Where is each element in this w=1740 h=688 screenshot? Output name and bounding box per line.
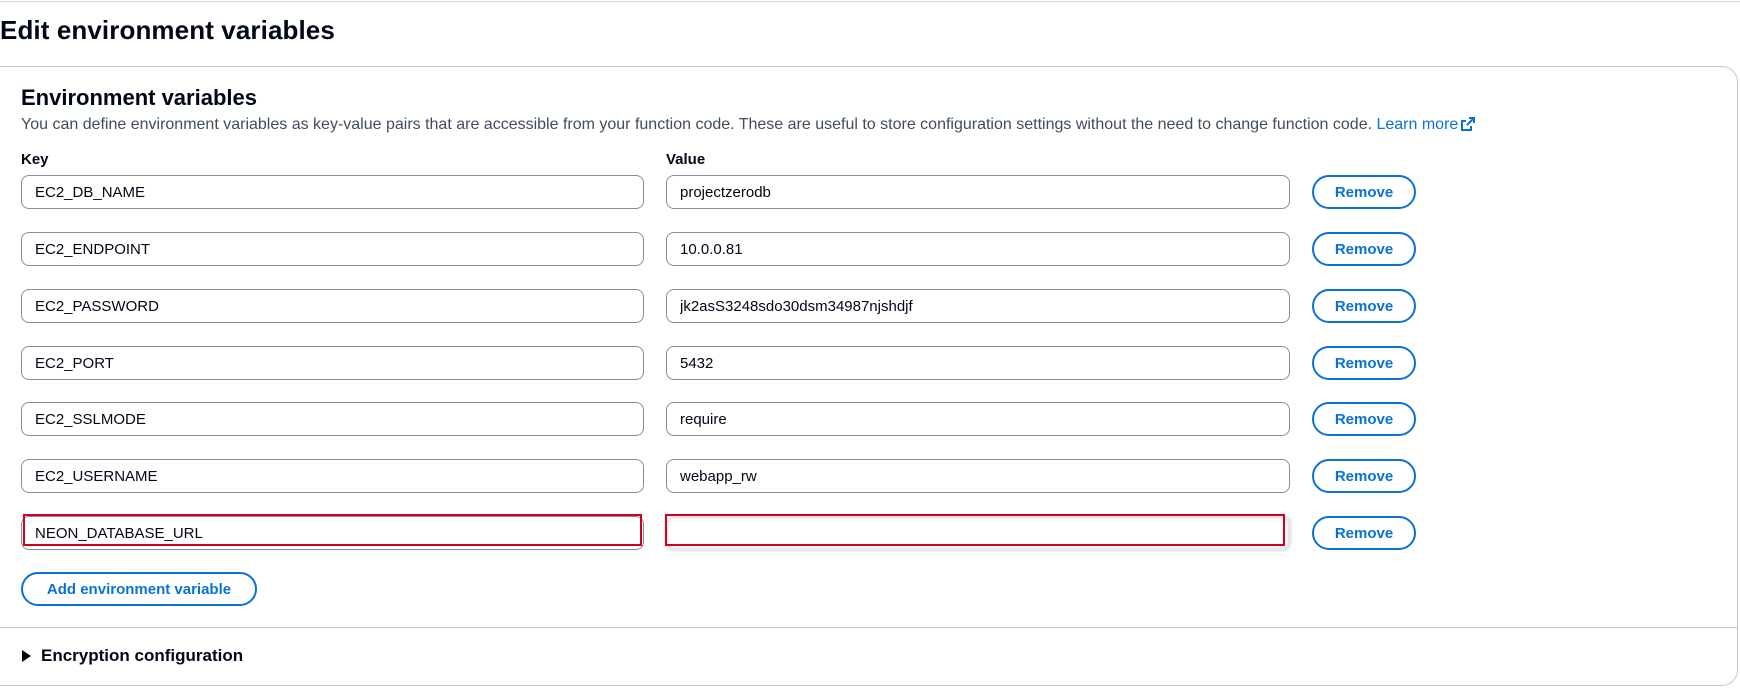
remove-button[interactable]: Remove bbox=[1312, 175, 1416, 209]
edit-env-vars-page: Edit environment variables Environment v… bbox=[0, 0, 1740, 688]
remove-button[interactable]: Remove bbox=[1312, 516, 1416, 550]
variable-row: Remove bbox=[0, 514, 1738, 552]
variable-row: Remove bbox=[0, 459, 1738, 495]
key-input[interactable] bbox=[21, 232, 644, 266]
key-input[interactable] bbox=[21, 516, 644, 550]
value-input[interactable] bbox=[666, 402, 1290, 436]
key-input[interactable] bbox=[21, 402, 644, 436]
key-column-label: Key bbox=[21, 151, 49, 168]
variable-row: Remove bbox=[0, 402, 1738, 438]
variable-row: Remove bbox=[0, 289, 1738, 325]
value-input[interactable] bbox=[666, 175, 1290, 209]
value-input[interactable] bbox=[666, 232, 1290, 266]
learn-more-label: Learn more bbox=[1376, 116, 1459, 133]
variable-row: Remove bbox=[0, 232, 1738, 268]
value-input[interactable] bbox=[666, 289, 1290, 323]
variable-row: Remove bbox=[0, 175, 1738, 211]
value-input[interactable] bbox=[666, 346, 1290, 380]
panel-description: You can define environment variables as … bbox=[21, 116, 1476, 136]
key-input[interactable] bbox=[21, 459, 644, 493]
add-environment-variable-button[interactable]: Add environment variable bbox=[21, 572, 257, 606]
value-input-redacted[interactable] bbox=[666, 516, 1290, 550]
remove-button[interactable]: Remove bbox=[1312, 402, 1416, 436]
remove-button[interactable]: Remove bbox=[1312, 289, 1416, 323]
key-input[interactable] bbox=[21, 289, 644, 323]
panel-title: Environment variables bbox=[21, 85, 257, 110]
section-divider bbox=[0, 627, 1738, 628]
remove-button[interactable]: Remove bbox=[1312, 459, 1416, 493]
encryption-configuration-expander[interactable]: Encryption configuration bbox=[22, 646, 243, 666]
top-divider bbox=[0, 1, 1740, 2]
description-text: You can define environment variables as … bbox=[21, 116, 1373, 133]
page-title: Edit environment variables bbox=[0, 15, 335, 45]
environment-variables-panel: Environment variables You can define env… bbox=[0, 66, 1738, 686]
value-input[interactable] bbox=[666, 459, 1290, 493]
variable-row: Remove bbox=[0, 346, 1738, 382]
remove-button[interactable]: Remove bbox=[1312, 232, 1416, 266]
value-column-label: Value bbox=[666, 151, 706, 168]
encryption-configuration-label: Encryption configuration bbox=[41, 646, 244, 665]
caret-right-icon bbox=[22, 650, 31, 662]
remove-button[interactable]: Remove bbox=[1312, 346, 1416, 380]
learn-more-link[interactable]: Learn more bbox=[1376, 116, 1476, 136]
key-input[interactable] bbox=[21, 175, 644, 209]
external-link-icon bbox=[1461, 117, 1476, 136]
key-input[interactable] bbox=[21, 346, 644, 380]
